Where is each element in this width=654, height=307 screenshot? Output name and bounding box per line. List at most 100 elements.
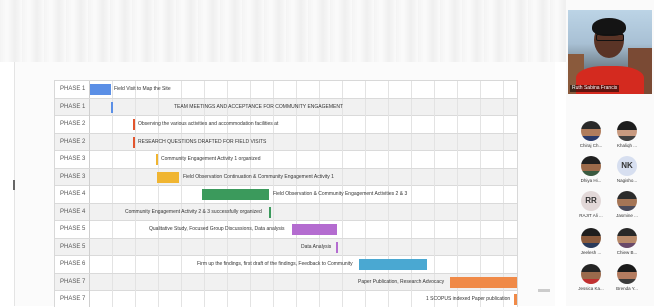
gantt-gridline — [434, 133, 435, 151]
avatar — [617, 121, 637, 141]
gantt-row: PHASE 7 Paper Publication, Research Advo… — [55, 273, 517, 291]
gantt-gridline — [388, 291, 389, 307]
participant-tile[interactable]: Jessica Ka... — [571, 258, 611, 294]
gantt-gridline — [503, 116, 504, 133]
gantt-gridline — [457, 98, 458, 116]
participant-tile[interactable]: RR RAJIT Ali ... — [571, 185, 611, 221]
phase-label: PHASE 2 — [60, 121, 86, 127]
task-label: Firm up the findings, first draft of the… — [197, 261, 353, 267]
gantt-gridline — [411, 203, 412, 221]
gantt-gridline — [480, 151, 481, 168]
gantt-gridline — [503, 186, 504, 203]
gantt-gridline — [319, 151, 320, 168]
gantt-gridline — [457, 151, 458, 168]
gantt-gridline — [434, 116, 435, 133]
gantt-gridline — [227, 291, 228, 307]
gantt-gridline — [411, 291, 412, 307]
gantt-gridline — [296, 203, 297, 221]
phase-column-divider — [89, 186, 90, 203]
task-bar — [359, 259, 427, 270]
gantt-row: PHASE 3 Field Observation Continuation &… — [55, 168, 517, 186]
gantt-gridline — [319, 116, 320, 133]
task-label: Data Analysis — [301, 243, 332, 250]
gantt-gridline — [181, 186, 182, 203]
gantt-gridline — [342, 238, 343, 256]
phase-column-divider — [89, 116, 90, 133]
participant-tile[interactable]: NK Nagisho... — [607, 150, 647, 186]
gantt-gridline — [296, 133, 297, 151]
phase-column-divider — [89, 238, 90, 256]
gantt-gridline — [112, 168, 113, 186]
gantt-gridline — [388, 98, 389, 116]
gantt-row: PHASE 6 Firm up the findings, first draf… — [55, 256, 517, 274]
speaker-name: Ruth Sabina Francis — [570, 85, 620, 92]
task-bar — [89, 84, 111, 95]
gantt-gridline — [480, 186, 481, 203]
gantt-gridline — [457, 168, 458, 186]
task-bar — [133, 119, 135, 130]
gantt-gridline — [135, 133, 136, 151]
task-label: 1 SCOPUS indexed Paper publication — [426, 296, 511, 302]
gantt-gridline — [503, 203, 504, 221]
gantt-gridline — [411, 168, 412, 186]
participant-name: RAJIT Ali ... — [579, 213, 603, 218]
participant-name: Jasmine ... — [616, 213, 638, 218]
gantt-gridline — [434, 151, 435, 168]
task-bar — [336, 241, 338, 253]
gantt-gridline — [112, 273, 113, 291]
participant-tile[interactable]: Chiraj Ch... — [571, 115, 611, 151]
gantt-gridline — [457, 256, 458, 273]
participant-name: Khaliqh ... — [616, 143, 637, 148]
task-label: Paper Publication, Research Advocacy — [358, 278, 445, 285]
speaker-video[interactable]: Ruth Sabina Francis — [568, 10, 652, 94]
gantt-gridline — [434, 168, 435, 186]
task-label: Field Observation & Community Engagement… — [273, 191, 408, 197]
gantt-gridline — [273, 81, 274, 98]
gantt-chart: PHASE 1 Field Visit to Map the Site PHAS… — [54, 80, 518, 307]
gantt-gridline — [296, 116, 297, 133]
gantt-gridline — [342, 81, 343, 98]
gantt-gridline — [135, 273, 136, 291]
avatar — [617, 264, 637, 284]
gantt-gridline — [503, 81, 504, 98]
gantt-gridline — [135, 168, 136, 186]
gantt-gridline — [457, 238, 458, 256]
gantt-gridline — [342, 291, 343, 307]
gantt-gridline — [411, 133, 412, 151]
gantt-gridline — [434, 98, 435, 116]
gantt-row: PHASE 4 Field Observation & Community En… — [55, 186, 517, 204]
gantt-gridline — [365, 151, 366, 168]
gantt-gridline — [273, 133, 274, 151]
gantt-gridline — [227, 273, 228, 291]
gantt-gridline — [135, 238, 136, 256]
gantt-gridline — [457, 203, 458, 221]
gantt-gridline — [250, 291, 251, 307]
gantt-gridline — [342, 151, 343, 168]
gantt-gridline — [181, 256, 182, 273]
gantt-gridline — [457, 133, 458, 151]
gantt-gridline — [296, 291, 297, 307]
gantt-gridline — [480, 203, 481, 221]
participant-tile[interactable]: Dhiya Hi... — [571, 150, 611, 186]
slide-control — [538, 289, 550, 292]
participant-tile[interactable]: Chiew B... — [607, 222, 647, 258]
gantt-gridline — [365, 116, 366, 133]
avatar — [581, 156, 601, 176]
participant-tile[interactable]: Jasmine ... — [607, 185, 647, 221]
gantt-gridline — [250, 238, 251, 256]
avatar — [581, 121, 601, 141]
gantt-gridline — [365, 81, 366, 98]
phase-column-divider — [89, 256, 90, 273]
phase-label: PHASE 1 — [60, 103, 86, 110]
gantt-gridline — [342, 203, 343, 221]
phase-column-divider — [89, 168, 90, 186]
task-label: TEAM MEETINGS AND ACCEPTANCE FOR COMMUNI… — [174, 103, 343, 110]
participant-tile[interactable]: Brenda Y... — [607, 258, 647, 294]
gantt-gridline — [388, 151, 389, 168]
participant-tile[interactable]: Khaliqh ... — [607, 115, 647, 151]
gantt-gridline — [135, 256, 136, 273]
gantt-gridline — [365, 98, 366, 116]
gantt-gridline — [158, 291, 159, 307]
task-label: Community Engagement Activity 1 organize… — [161, 156, 261, 162]
participant-tile[interactable]: Jeelesh ... — [571, 222, 611, 258]
